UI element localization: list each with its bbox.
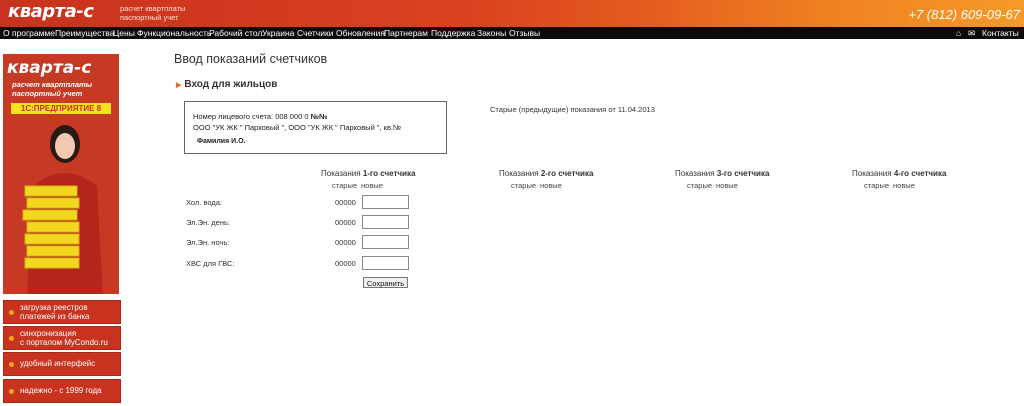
nav-item-updates[interactable]: Обновления [336, 27, 385, 39]
sidebar-item-label: загрузка реестров платежей из банка [20, 303, 90, 321]
site-tagline: расчет квартплаты паспортный учет [120, 4, 185, 22]
bullet-icon [9, 336, 14, 341]
old-value-cold-water: 00000 [335, 198, 356, 207]
header: кварта-с расчет квартплаты паспортный уч… [0, 0, 1024, 27]
new-value-electricity-night-input[interactable] [362, 235, 409, 249]
meter-1-col-new: новые [361, 181, 383, 190]
bullet-icon [9, 389, 14, 394]
sidebar-item-reliable[interactable]: надежно - с 1999 года [3, 379, 121, 403]
meter-2-col-old: старые [511, 181, 537, 190]
section-heading-text: Вход для жильцов [184, 79, 278, 90]
nav-item-desktop[interactable]: Рабочий стол [209, 27, 262, 39]
sidebar-item-label: надежно - с 1999 года [20, 386, 102, 395]
site-logo[interactable]: кварта-с [8, 1, 94, 22]
sidebar-item-interface[interactable]: удобный интерфейс [3, 352, 121, 376]
meter-1-header: Показания 1-го счетчика [321, 169, 416, 178]
banner-1c-badge: 1С:ПРЕДПРИЯТИЕ 8 [11, 103, 111, 114]
page-title: Ввод показаний счетчиков [174, 52, 328, 66]
home-icon[interactable]: ⌂ [956, 27, 961, 39]
old-value-electricity-night: 00000 [335, 238, 356, 247]
nav-item-support[interactable]: Поддержка [431, 27, 475, 39]
row-label-electricity-day: Эл.Эн. день: [186, 218, 230, 227]
sidebar-item-label: удобный интерфейс [20, 359, 96, 368]
meter-3-header: Показания 3-го счетчика [675, 169, 770, 178]
arrow-right-icon: ▶ [176, 82, 182, 89]
old-value-electricity-day: 00000 [335, 218, 356, 227]
mail-icon[interactable]: ✉ [968, 27, 975, 39]
nav-item-ukraine[interactable]: Украина [262, 27, 294, 39]
nav-item-about[interactable]: О программе [3, 27, 55, 39]
top-nav: О программе Преимущества Цены Функционал… [0, 27, 1024, 39]
new-value-hot-water-supply-input[interactable] [362, 256, 409, 270]
bullet-icon [9, 362, 14, 367]
old-value-hot-water-supply: 00000 [335, 259, 356, 268]
banner-person-illustration [22, 125, 103, 294]
account-number: Номер лицевого счета: 008 000 0 №№ [193, 112, 328, 121]
meter-4-col-new: новые [893, 181, 915, 190]
promo-banner[interactable]: кварта-с расчет квартплаты паспортный уч… [3, 54, 119, 294]
new-value-electricity-day-input[interactable] [362, 215, 409, 229]
meter-4-col-old: старые [864, 181, 890, 190]
tagline-line-1: расчет квартплаты [120, 4, 186, 13]
nav-item-advantages[interactable]: Преимущества [55, 27, 114, 39]
section-heading: ▶ Вход для жильцов [176, 79, 277, 90]
banner-logo: кварта-с [7, 58, 92, 78]
new-value-cold-water-input[interactable] [362, 195, 409, 209]
nav-item-features[interactable]: Функциональность [137, 27, 211, 39]
bullet-icon [9, 310, 14, 315]
sidebar-item-bank-import[interactable]: загрузка реестров платежей из банка [3, 300, 121, 324]
banner-subtitle: расчет квартплаты паспортный учет [12, 80, 112, 98]
meter-3-col-old: старые [687, 181, 713, 190]
account-holder-name: Фамилия И.О. [197, 138, 246, 145]
banner-sub-line-1: расчет квартплаты [12, 80, 93, 89]
meter-4-header: Показания 4-го счетчика [852, 169, 947, 178]
row-label-cold-water: Хол. вода: [186, 198, 223, 207]
meter-2-col-new: новые [540, 181, 562, 190]
nav-item-prices[interactable]: Цены [113, 27, 135, 39]
nav-item-laws[interactable]: Законы [477, 27, 506, 39]
phone-number: +7 (812) 609-09-67 [908, 7, 1020, 22]
account-address: ООО "УК ЖК " Парковый ", ООО "УК ЖК " Па… [193, 123, 402, 132]
account-info-box: Номер лицевого счета: 008 000 0 №№ ООО "… [184, 101, 447, 154]
row-label-electricity-night: Эл.Эн. ночь: [186, 238, 230, 247]
sidebar-item-label: синхронизация с порталом MyCondo.ru [20, 329, 108, 347]
nav-item-reviews[interactable]: Отзывы [509, 27, 540, 39]
nav-item-partners[interactable]: Партнерам [384, 27, 428, 39]
nav-item-meters[interactable]: Счетчики [297, 27, 333, 39]
meter-3-col-new: новые [716, 181, 738, 190]
meter-2-header: Показания 2-го счетчика [499, 169, 594, 178]
old-readings-note: Старые (предыдущие) показания от 11.04.2… [490, 105, 655, 114]
banner-sub-line-2: паспортный учет [12, 89, 83, 98]
nav-item-contacts[interactable]: Контакты [982, 27, 1019, 39]
tagline-line-2: паспортный учет [120, 13, 179, 22]
row-label-hot-water-supply: ХВС для ГВС: [186, 259, 235, 268]
sidebar-item-mycondo-sync[interactable]: синхронизация с порталом MyCondo.ru [3, 326, 121, 350]
meter-1-col-old: старые [332, 181, 358, 190]
save-button[interactable]: Сохранить [363, 277, 408, 288]
